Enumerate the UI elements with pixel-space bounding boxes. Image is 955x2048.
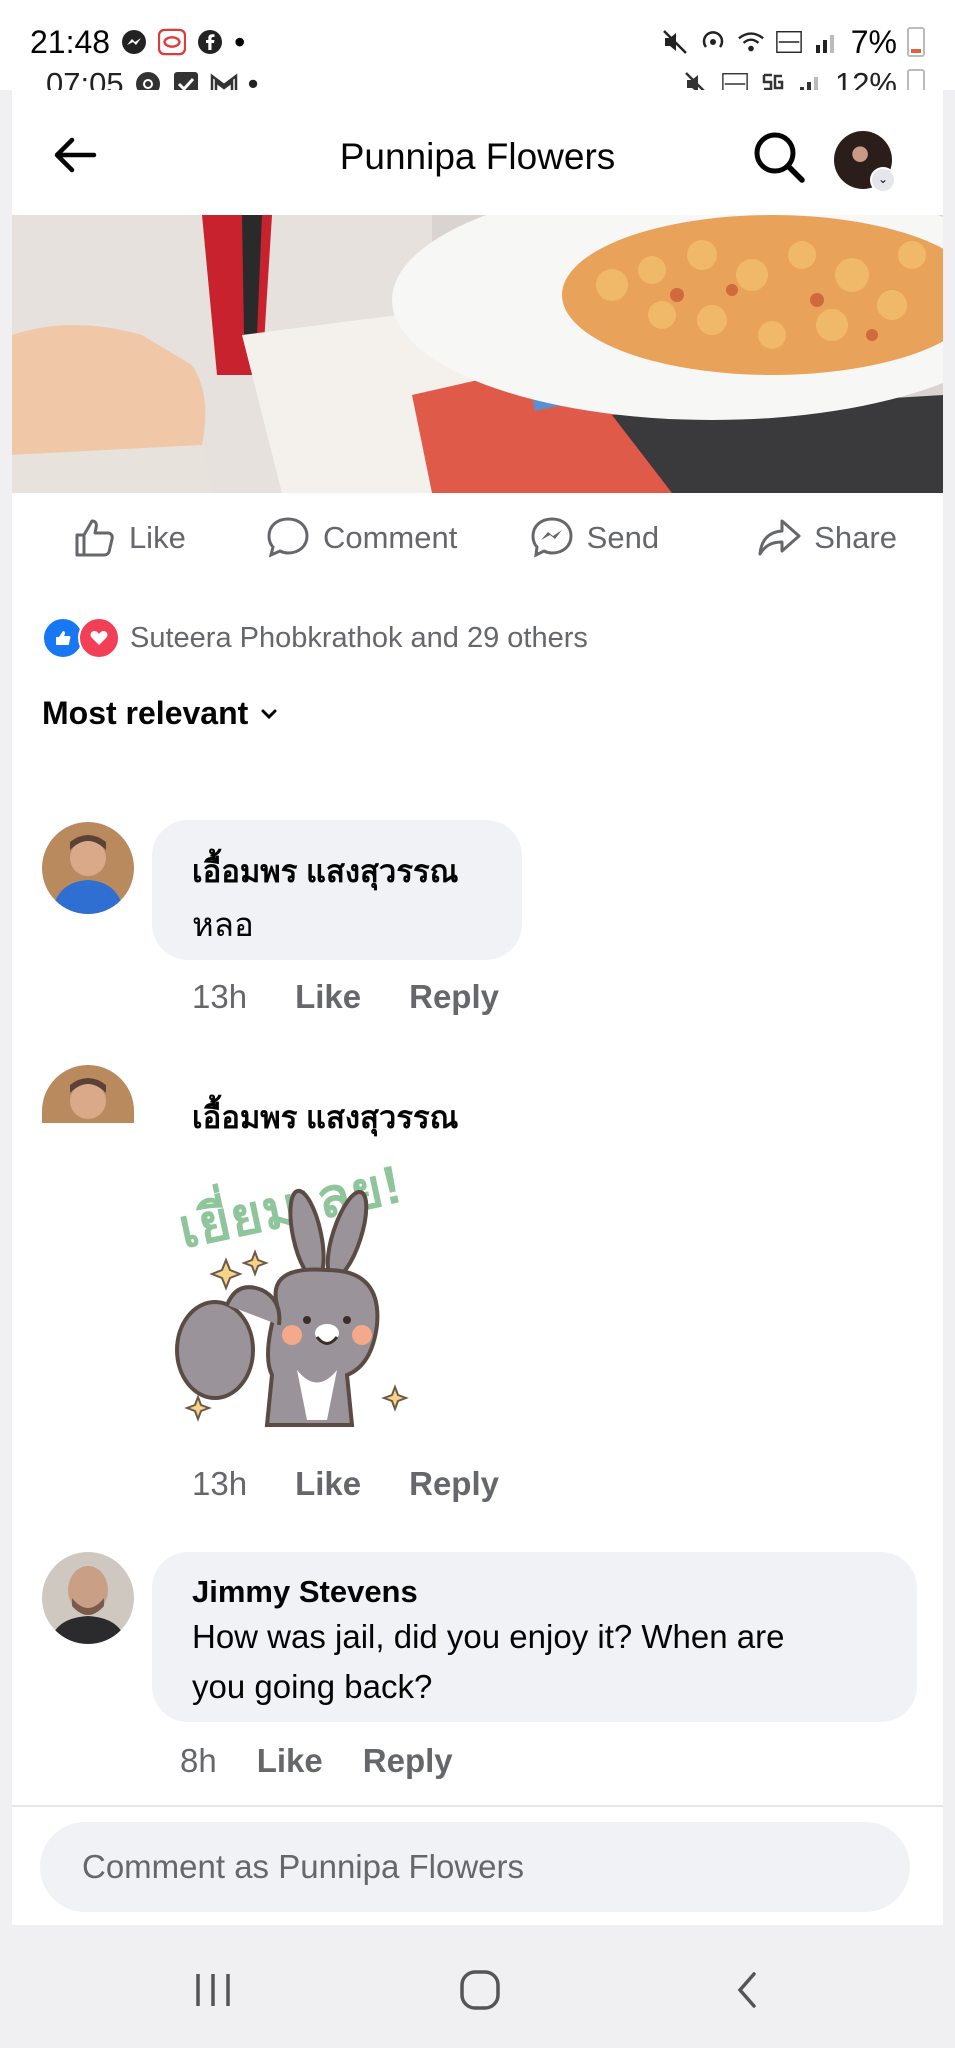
post-detail-screen: Punnipa Flowers ⌄ Like Comment Send Shar… [12,90,943,1925]
composer-divider [12,1805,943,1807]
comment-time: 8h [180,1742,217,1779]
food-photo-image [12,215,943,493]
app-notification-icon [158,28,187,56]
comment-text-line-1: How was jail, did you enjoy it? When are [192,1618,785,1655]
signal-icon [813,28,841,56]
wifi-icon [737,28,765,56]
comment-bubble[interactable]: เอื้อมพร แสงสุวรรณ หลอ [152,820,522,960]
love-reaction-icon [78,617,120,659]
profile-avatar-button[interactable]: ⌄ [834,131,896,193]
comment-bubble-icon [267,517,309,558]
status-time-primary: 21:48 [30,23,111,60]
sticker-comment[interactable]: เยี่ยมเลย! [167,1154,467,1455]
volte-icon [775,28,803,56]
chevron-down-icon [261,709,277,719]
home-button[interactable] [445,1955,515,2025]
comment-meta: 13h Like Reply [192,978,499,1016]
comment-label: Comment [322,520,458,555]
comment-reply-button[interactable]: Reply [409,1465,499,1503]
bunny-sticker-image [175,1188,409,1427]
share-label: Share [814,520,897,555]
comment-sort-dropdown[interactable]: Most relevant [42,695,280,732]
commenter-avatar[interactable] [42,1065,134,1123]
comment-bubble[interactable]: Jimmy Stevens How was jail, did you enjo… [152,1552,917,1722]
comment-meta: 13h Like Reply [192,1465,499,1503]
comment-like-button[interactable]: Like [295,1465,361,1503]
battery-percent-primary: 7% [850,23,897,60]
home-icon [460,1970,500,2010]
comment-time: 13h [192,978,248,1015]
messenger-icon [531,517,573,558]
like-button[interactable]: Like [12,493,245,583]
chevron-down-icon: ⌄ [870,167,896,193]
mute-icon [661,28,689,56]
battery-icon [907,27,925,57]
comment-time: 13h [192,1465,248,1502]
recent-apps-icon [196,1974,230,2006]
reaction-summary-text: Suteera Phobkrathok and 29 others [130,621,588,654]
thumbs-up-icon [75,519,114,557]
avatar-photo [42,1065,134,1123]
messenger-icon [120,28,148,56]
share-button[interactable]: Share [710,493,943,583]
hotspot-icon [699,28,727,56]
sort-label: Most relevant [42,695,249,731]
post-action-bar: Like Comment Send Share [12,493,943,583]
comment-like-button[interactable]: Like [295,978,361,1016]
share-arrow-icon [758,519,801,556]
post-photo[interactable] [12,215,943,493]
comment-like-button[interactable]: Like [257,1742,323,1780]
reaction-summary[interactable]: Suteera Phobkrathok and 29 others [42,617,588,659]
system-navigation-bar [0,1925,955,2048]
chevron-left-icon [737,1972,756,2008]
send-button[interactable]: Send [478,493,711,583]
send-label: Send [586,520,660,555]
search-button[interactable] [750,128,808,186]
search-icon [754,132,805,183]
comment-input-placeholder: Comment as Punnipa Flowers [82,1848,525,1885]
comment-text: หลอ [192,906,254,943]
top-bar: Punnipa Flowers ⌄ [12,90,943,215]
comment-text-line-2: you going back? [192,1668,433,1705]
commenter-avatar[interactable] [42,1552,134,1644]
comment-button[interactable]: Comment [245,493,478,583]
avatar-photo [42,1552,134,1644]
comment-input[interactable]: Comment as Punnipa Flowers [40,1822,910,1912]
comment-meta: 8h Like Reply [180,1742,453,1780]
facebook-icon [196,28,224,56]
back-nav-button[interactable] [712,1955,782,2025]
recent-apps-button[interactable] [178,1955,248,2025]
status-bar: 21:48 • 7% 07:05 • 12% [0,0,955,101]
status-dot-icon: • [234,23,246,60]
commenter-avatar[interactable] [42,822,134,914]
comment-author[interactable]: เอื้อมพร แสงสุวรรณ [192,846,458,896]
like-label: Like [128,520,186,555]
comment-reply-button[interactable]: Reply [409,978,499,1016]
avatar-photo [42,822,134,914]
comment-author[interactable]: เอื้อมพร แสงสุวรรณ [192,1092,458,1142]
comment-author[interactable]: Jimmy Stevens [192,1574,418,1610]
comment-reply-button[interactable]: Reply [363,1742,453,1780]
